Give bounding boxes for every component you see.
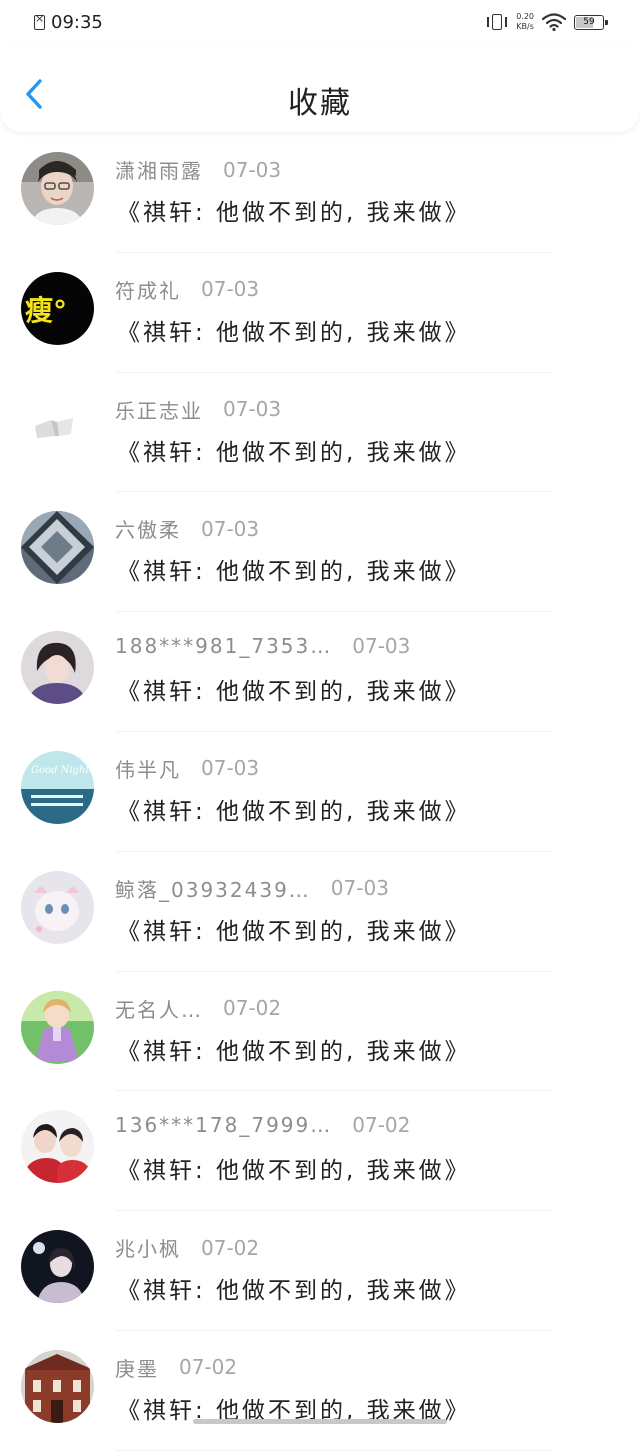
list-item[interactable]: 乐正志业 07-03 《祺轩: 他做不到的, 我来做》 — [0, 373, 640, 493]
list-item[interactable]: 庚墨 07-02 《祺轩: 他做不到的, 我来做》 — [0, 1331, 640, 1451]
avatar[interactable] — [21, 391, 94, 465]
avatar[interactable] — [21, 1110, 94, 1184]
favorites-list: 潇湘雨露 07-03 《祺轩: 他做不到的, 我来做》 瘦° 符成礼 07-03… — [0, 133, 640, 1451]
item-title: 《祺轩: 他做不到的, 我来做》 — [117, 439, 471, 466]
network-speed-value: 0.20 — [516, 12, 534, 21]
battery-icon: 59 — [574, 14, 608, 30]
list-item[interactable]: 潇湘雨露 07-03 《祺轩: 他做不到的, 我来做》 — [0, 133, 640, 253]
vibrate-icon — [486, 13, 508, 31]
item-title: 《祺轩: 他做不到的, 我来做》 — [117, 679, 471, 706]
author-name: 鲸落_03932439… — [115, 877, 311, 902]
item-title: 《祺轩: 他做不到的, 我来做》 — [117, 1038, 471, 1065]
item-title: 《祺轩: 他做不到的, 我来做》 — [117, 319, 471, 346]
list-item[interactable]: 六傲柔 07-03 《祺轩: 他做不到的, 我来做》 — [0, 492, 640, 612]
status-time: 09:35 — [51, 12, 103, 33]
page-title: 收藏 — [288, 86, 352, 121]
date: 07-02 — [201, 1235, 260, 1260]
date: 07-03 — [223, 397, 282, 422]
svg-text:瘦°: 瘦° — [25, 294, 67, 327]
avatar[interactable]: 瘦° — [21, 271, 94, 345]
avatar[interactable] — [21, 1349, 94, 1423]
author-name: 兆小枫 — [115, 1237, 181, 1262]
avatar[interactable] — [21, 152, 94, 225]
author-name: 庚墨 — [115, 1356, 159, 1381]
list-item[interactable]: Good Night 伟半凡 07-03 《祺轩: 他做不到的, 我来做》 — [0, 732, 640, 852]
list-item[interactable]: 瘦° 符成礼 07-03 《祺轩: 他做不到的, 我来做》 — [0, 253, 640, 373]
item-title: 《祺轩: 他做不到的, 我来做》 — [117, 798, 471, 825]
item-title: 《祺轩: 他做不到的, 我来做》 — [117, 918, 471, 945]
date: 07-03 — [352, 634, 411, 659]
header: 收藏 — [0, 48, 640, 132]
date: 07-03 — [201, 516, 260, 541]
avatar[interactable] — [21, 870, 94, 944]
avatar[interactable] — [21, 1230, 94, 1304]
svg-text:Good Night: Good Night — [31, 765, 90, 776]
avatar[interactable] — [21, 511, 94, 585]
date: 07-02 — [179, 1355, 238, 1380]
list-item[interactable]: 兆小枫 07-02 《祺轩: 他做不到的, 我来做》 — [0, 1211, 640, 1331]
date: 07-03 — [223, 157, 282, 182]
battery-level: 59 — [583, 17, 595, 27]
avatar[interactable]: Good Night — [21, 750, 94, 824]
avatar[interactable] — [21, 631, 94, 705]
date: 07-03 — [330, 876, 389, 901]
author-name: 无名人… — [115, 997, 203, 1022]
author-name: 伟半凡 — [115, 757, 181, 782]
date: 07-03 — [201, 277, 260, 302]
status-bar: 09:35 0.20 KB/s 59 — [0, 0, 640, 48]
date: 07-03 — [201, 756, 260, 781]
item-title: 《祺轩: 他做不到的, 我来做》 — [117, 1158, 471, 1185]
item-title: 《祺轩: 他做不到的, 我来做》 — [117, 1278, 471, 1305]
author-name: 乐正志业 — [115, 398, 203, 423]
network-speed: 0.20 KB/s — [516, 12, 534, 32]
network-speed-unit: KB/s — [516, 22, 534, 31]
author-name: 六傲柔 — [115, 518, 181, 543]
avatar[interactable] — [21, 990, 94, 1064]
wifi-icon — [542, 13, 566, 31]
list-item[interactable]: 鲸落_03932439… 07-03 《祺轩: 他做不到的, 我来做》 — [0, 852, 640, 972]
list-item[interactable]: 无名人… 07-02 《祺轩: 他做不到的, 我来做》 — [0, 972, 640, 1092]
author-name: 潇湘雨露 — [115, 159, 203, 183]
author-name: 136***178_7999… — [115, 1113, 333, 1138]
item-title: 《祺轩: 他做不到的, 我来做》 — [117, 559, 471, 586]
list-item[interactable]: 136***178_7999… 07-02 《祺轩: 他做不到的, 我来做》 — [0, 1091, 640, 1211]
author-name: 188***981_7353… — [115, 634, 333, 659]
no-sim-icon — [34, 12, 45, 30]
date: 07-02 — [352, 1113, 411, 1138]
list-item[interactable]: 188***981_7353… 07-03 《祺轩: 他做不到的, 我来做》 — [0, 612, 640, 732]
item-title: 《祺轩: 他做不到的, 我来做》 — [117, 200, 471, 226]
author-name: 符成礼 — [115, 278, 181, 303]
date: 07-02 — [223, 996, 282, 1021]
home-indicator — [193, 1419, 447, 1424]
